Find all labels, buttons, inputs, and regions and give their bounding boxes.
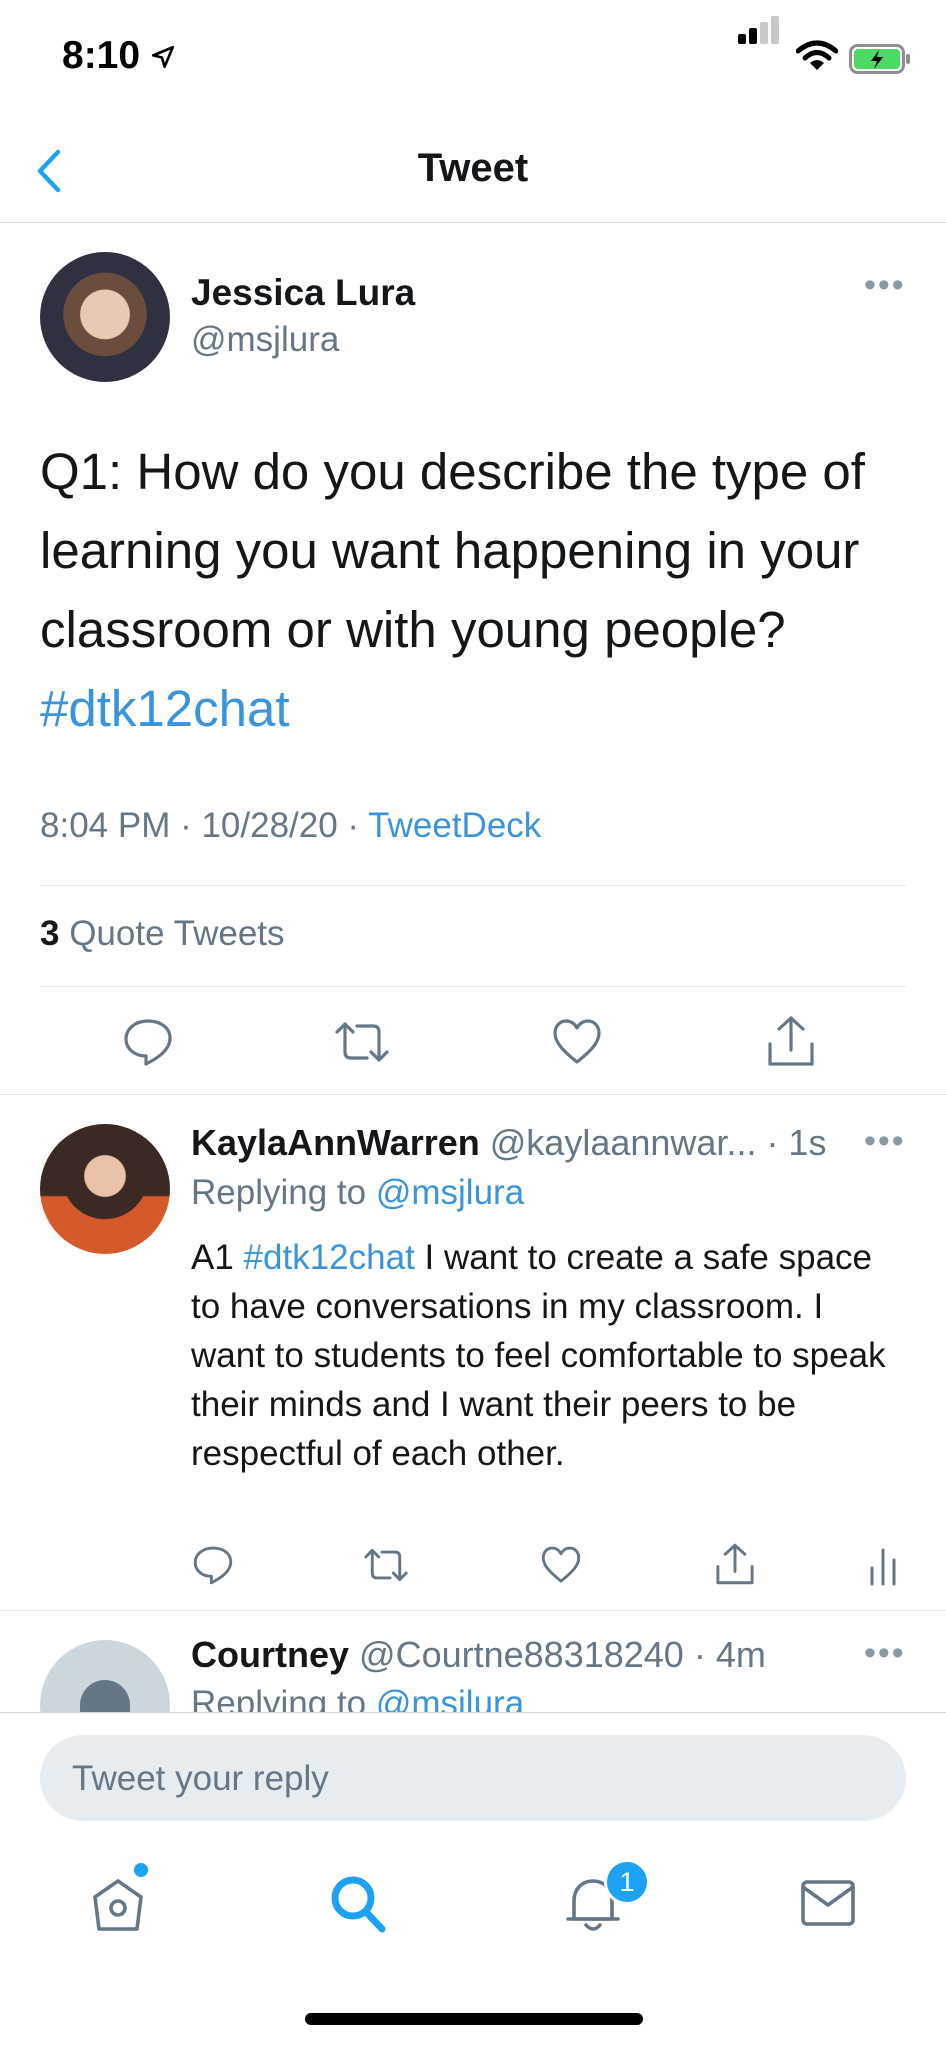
divider	[0, 1610, 946, 1611]
battery-icon	[849, 44, 911, 74]
search-icon[interactable]	[328, 1873, 388, 1935]
tweet-text: Q1: How do you describe the type of lear…	[40, 432, 910, 748]
reply-text: A1 #dtk12chat I want to create a safe sp…	[191, 1233, 901, 1478]
tweet-source[interactable]: TweetDeck	[368, 806, 541, 845]
messages-icon[interactable]	[800, 1879, 856, 1927]
more-icon[interactable]: •••	[864, 1634, 906, 1673]
divider	[40, 986, 906, 987]
replying-to-label: Replying to	[191, 1173, 367, 1212]
notification-badge: 1	[604, 1859, 650, 1905]
replying-to-handle[interactable]: @msjlura	[376, 1173, 524, 1212]
like-icon[interactable]	[552, 1016, 602, 1068]
tweet-hashtag[interactable]: #dtk12chat	[40, 680, 290, 737]
more-icon[interactable]: •••	[864, 266, 906, 305]
reply-author-name[interactable]: KaylaAnnWarren	[191, 1122, 480, 1163]
page-title: Tweet	[417, 146, 529, 190]
tweet-meta: 8:04 PM · 10/28/20 · TweetDeck	[40, 806, 541, 846]
reply-icon[interactable]	[122, 1016, 174, 1068]
bottom-bar: Tweet your reply 1	[0, 1712, 946, 2049]
share-icon[interactable]	[714, 1542, 756, 1586]
replying-to: Replying to @msjlura	[191, 1684, 524, 1712]
author-avatar[interactable]	[40, 252, 170, 382]
status-time: 8:10	[62, 34, 141, 77]
reply-placeholder: Tweet your reply	[72, 1759, 329, 1798]
tweet-body: Q1: How do you describe the type of lear…	[40, 443, 865, 658]
like-icon[interactable]	[540, 1544, 582, 1586]
reply-handle-time: @Courtne88318240 · 4m	[359, 1634, 766, 1675]
replying-to: Replying to @msjlura	[191, 1173, 524, 1213]
home-icon[interactable]	[90, 1875, 146, 1933]
author-handle[interactable]: @msjlura	[191, 320, 339, 360]
reply-icon[interactable]	[192, 1544, 234, 1586]
replying-to-handle[interactable]: @msjlura	[376, 1684, 524, 1712]
reply-input[interactable]: Tweet your reply	[40, 1735, 906, 1821]
tweet-timestamp: 8:04 PM · 10/28/20 ·	[40, 806, 369, 845]
quote-count: 3	[40, 914, 60, 953]
reply-avatar[interactable]	[40, 1124, 170, 1254]
divider	[40, 885, 906, 886]
home-indicator	[305, 2013, 643, 2025]
divider	[0, 1094, 946, 1095]
more-icon[interactable]: •••	[864, 1122, 906, 1161]
wifi-icon	[795, 40, 839, 72]
nav-header: Tweet	[0, 110, 946, 223]
reply-header: Courtney @Courtne88318240 · 4m	[191, 1634, 766, 1676]
location-arrow-icon	[150, 44, 176, 70]
replying-to-label: Replying to	[191, 1684, 367, 1712]
home-unread-dot	[134, 1863, 148, 1877]
reply-hashtag[interactable]: #dtk12chat	[244, 1238, 415, 1277]
reply-handle-time: @kaylaannwar... · 1s	[489, 1122, 827, 1163]
reply-author-name[interactable]: Courtney	[191, 1634, 349, 1675]
retweet-icon[interactable]	[333, 1016, 391, 1068]
retweet-icon[interactable]	[362, 1544, 410, 1586]
share-icon[interactable]	[766, 1014, 816, 1068]
reply-avatar[interactable]	[40, 1640, 170, 1712]
reply-header: KaylaAnnWarren @kaylaannwar... · 1s	[191, 1122, 826, 1164]
stats-icon[interactable]	[868, 1546, 898, 1586]
quote-tweets-link[interactable]: 3 Quote Tweets	[40, 914, 285, 954]
reply-text-prefix: A1	[191, 1238, 234, 1277]
quote-label: Quote Tweets	[69, 914, 285, 953]
author-name[interactable]: Jessica Lura	[191, 272, 415, 314]
reply-item: Courtney @Courtne88318240 · 4m ••• Reply…	[0, 1612, 946, 1712]
